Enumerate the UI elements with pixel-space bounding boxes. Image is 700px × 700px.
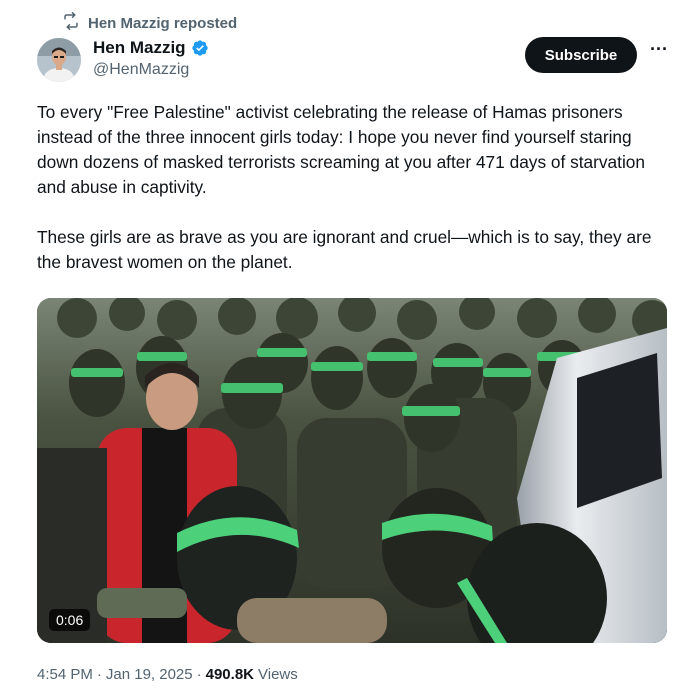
avatar[interactable] [37,38,81,82]
author-handle[interactable]: @HenMazzig [93,61,209,79]
more-icon[interactable]: ··· [648,40,670,66]
video-thumbnail [37,298,667,643]
author-name[interactable]: Hen Mazzig [93,38,186,58]
views-count: 490.8K [205,666,254,683]
repost-text: Hen Mazzig reposted [88,14,238,32]
author-info[interactable]: Hen Mazzig @HenMazzig [93,38,209,79]
views-label: Views [258,666,298,683]
tweet-paragraph-2: These girls are as brave as you are igno… [37,227,652,272]
verified-badge-icon [191,39,209,57]
repost-icon [62,12,80,34]
tweet-text: To every "Free Palestine" activist celeb… [37,100,672,275]
tweet-date[interactable]: Jan 19, 2025 [106,666,193,683]
meta-separator: · [96,666,102,683]
video-player[interactable]: 0:06 [37,298,667,643]
meta-separator: · [196,666,202,683]
repost-indicator[interactable]: Hen Mazzig reposted [62,12,237,34]
tweet-time[interactable]: 4:54 PM [37,666,93,683]
tweet-meta: 4:54 PM · Jan 19, 2025 · 490.8K Views [37,666,298,683]
tweet-paragraph-1: To every "Free Palestine" activist celeb… [37,102,646,197]
video-duration-badge: 0:06 [49,609,91,631]
subscribe-button[interactable]: Subscribe [525,37,637,73]
